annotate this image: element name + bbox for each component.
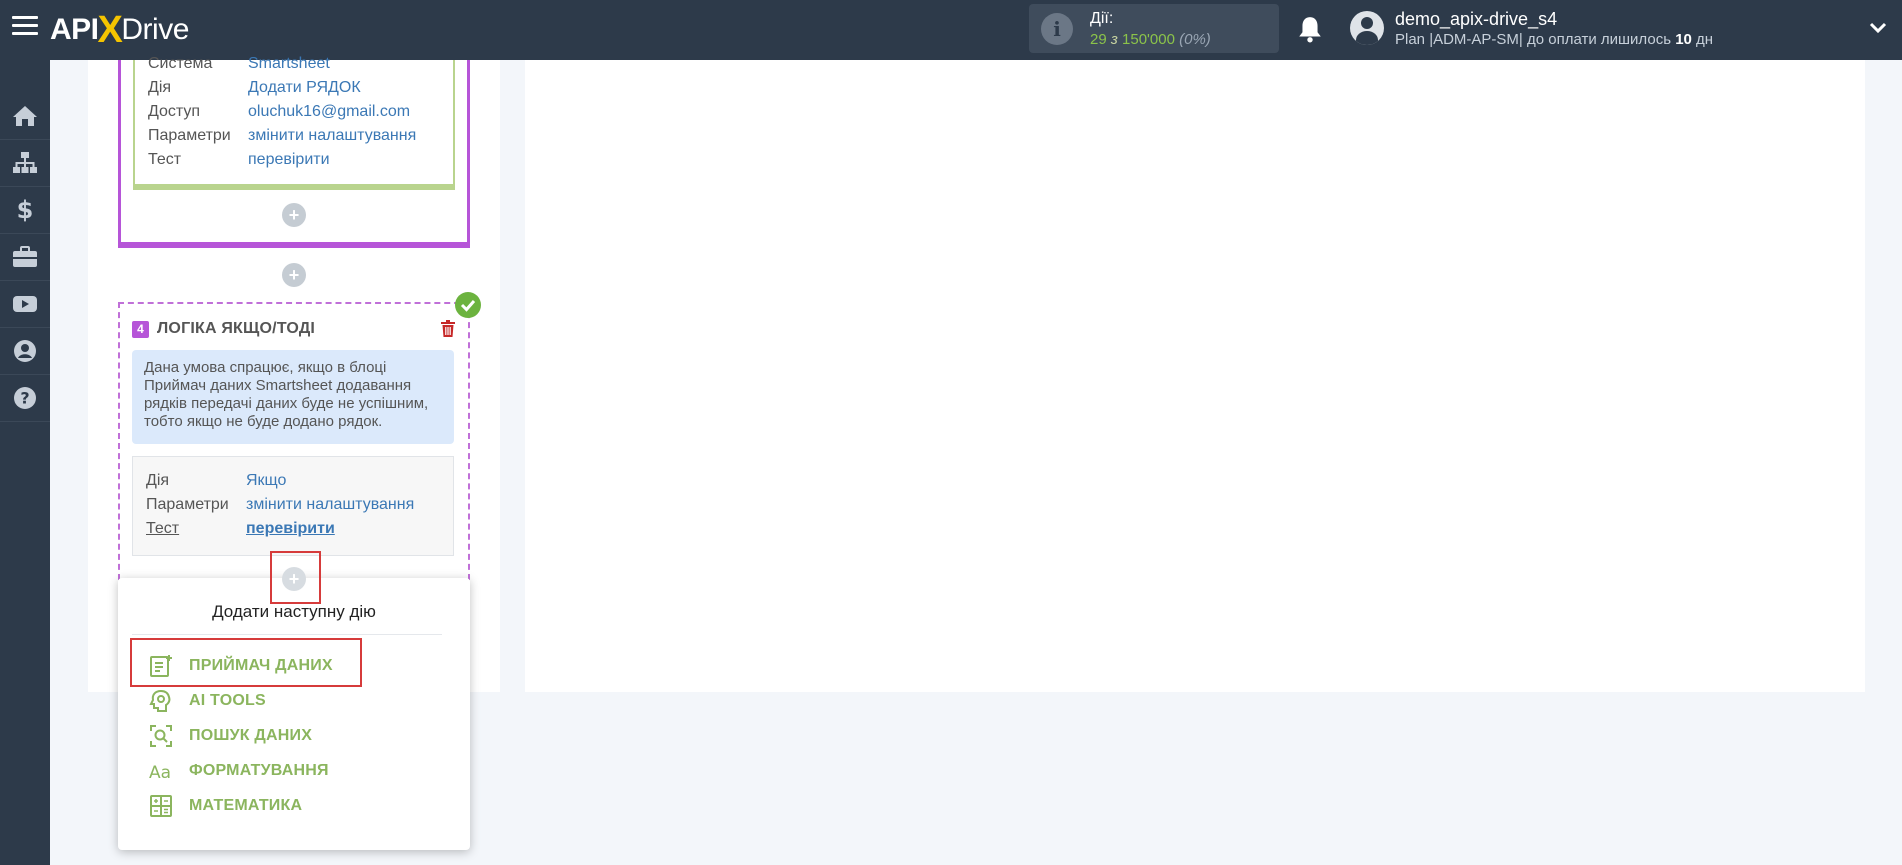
- menu-item-label: ПОШУК ДАНИХ: [189, 727, 313, 744]
- detail-key: Доступ: [148, 103, 201, 120]
- logic-details: Дія Якщо Параметри змінити налаштування …: [132, 456, 454, 556]
- plan-days: 10: [1675, 31, 1692, 48]
- info-icon: i: [1041, 13, 1073, 45]
- detail-value[interactable]: oluchuk16@gmail.com: [248, 102, 410, 122]
- avatar-icon[interactable]: [1350, 11, 1384, 45]
- actions-of: з: [1110, 31, 1118, 48]
- plan-prefix: Plan |ADM-AP-SM| до оплати лишилось: [1395, 31, 1676, 48]
- description-line: Дана умова спрацює, якщо в блоці: [144, 359, 387, 376]
- trash-icon[interactable]: [440, 320, 456, 338]
- sidebar-item-billing[interactable]: $: [0, 187, 50, 234]
- description-line: тобто якщо не буде додано рядок.: [144, 413, 383, 430]
- detail-key: Дія: [148, 79, 172, 96]
- menu-item-ai-tools[interactable]: AI TOOLS: [148, 688, 266, 714]
- detail-value[interactable]: змінити налаштування: [248, 126, 416, 146]
- popup-divider: [132, 634, 442, 635]
- menu-item-label: ФОРМАТУВАННЯ: [189, 762, 329, 779]
- formatting-icon: Aa: [148, 758, 174, 784]
- add-step-between-button[interactable]: +: [282, 263, 306, 287]
- actions-label: Дії:: [1090, 10, 1114, 27]
- detail-value[interactable]: Додати РЯДОК: [248, 78, 361, 98]
- detail-value: Smartsheet: [248, 55, 330, 72]
- svg-text:$: $: [17, 197, 34, 223]
- sidebar-item-projects[interactable]: [0, 234, 50, 281]
- sidebar-item-account[interactable]: [0, 328, 50, 375]
- svg-text:?: ?: [20, 389, 29, 408]
- actions-used: 29: [1090, 31, 1107, 48]
- sidebar: $ ?: [0, 60, 50, 865]
- detail-value[interactable]: змінити налаштування: [246, 495, 414, 515]
- step-number: 4: [132, 321, 149, 338]
- search-data-icon: [148, 723, 174, 749]
- logo-x: X: [97, 8, 123, 51]
- description-line: рядків передачі даних буде не успішним,: [144, 395, 429, 412]
- detail-key: Тест: [148, 151, 182, 168]
- actions-total: 150'000: [1122, 31, 1175, 48]
- detail-key: Тест: [146, 520, 180, 537]
- detail-value[interactable]: Якщо: [246, 471, 286, 491]
- user-plan: Plan |ADM-AP-SM| до оплати лишилось 10 д…: [1395, 31, 1713, 48]
- add-inner-step-button[interactable]: +: [282, 203, 306, 227]
- menu-highlight-frame: [130, 638, 362, 687]
- bell-icon[interactable]: [1297, 15, 1323, 43]
- user-name[interactable]: demo_apix-drive_s4: [1395, 9, 1557, 30]
- sidebar-item-home[interactable]: [0, 93, 50, 140]
- dollar-icon: $: [17, 197, 34, 223]
- check-icon: [455, 292, 481, 318]
- logo-api: API: [50, 13, 99, 46]
- smartsheet-details: Система Smartsheet Дія Додати РЯДОК Дост…: [133, 55, 455, 190]
- home-icon: [13, 106, 37, 126]
- briefcase-icon: [13, 246, 37, 267]
- test-link[interactable]: перевірити: [246, 519, 335, 539]
- sidebar-item-help[interactable]: ?: [0, 375, 50, 422]
- description-line: Приймач даних Smartsheet додавання: [144, 377, 412, 394]
- hamburger-menu-icon[interactable]: [12, 16, 38, 42]
- logic-if-then-block[interactable]: 4 ЛОГІКА ЯКЩО/ТОДІ Дана умова спрацює, я…: [118, 302, 470, 580]
- svg-text:Aa: Aa: [149, 763, 171, 783]
- block-title: ЛОГІКА ЯКЩО/ТОДІ: [157, 320, 316, 337]
- menu-item-label: AI TOOLS: [189, 692, 266, 709]
- settings-panel: [525, 60, 1865, 692]
- math-icon: [148, 793, 174, 819]
- menu-item-math[interactable]: МАТЕМАТИКА: [148, 793, 302, 819]
- chevron-down-icon[interactable]: [1868, 18, 1888, 38]
- actions-counter[interactable]: i Дії: 29 з 150'000 (0%): [1029, 4, 1279, 53]
- help-icon: ?: [14, 387, 36, 409]
- actions-count: 29 з 150'000 (0%): [1090, 31, 1211, 48]
- logo-drive: Drive: [121, 13, 189, 46]
- condition-description: Дана умова спрацює, якщо в блоці Приймач…: [132, 350, 454, 444]
- detail-key: Дія: [146, 472, 170, 489]
- plan-days-suffix: дн: [1691, 31, 1714, 48]
- add-next-action-popup: Додати наступну дію ПРИЙМАЧ ДАНИХ AI TOO…: [118, 578, 470, 850]
- detail-key: Параметри: [146, 496, 229, 513]
- popup-title: Додати наступну дію: [212, 602, 376, 621]
- menu-item-formatting[interactable]: Aa ФОРМАТУВАННЯ: [148, 758, 329, 784]
- detail-key: Параметри: [148, 127, 231, 144]
- sidebar-item-connections[interactable]: [0, 140, 50, 187]
- detail-key: Система: [148, 55, 213, 72]
- menu-item-search-data[interactable]: ПОШУК ДАНИХ: [148, 723, 312, 749]
- sidebar-item-video[interactable]: [0, 281, 50, 328]
- apix-drive-logo[interactable]: API X Drive: [50, 8, 189, 52]
- menu-item-label: МАТЕМАТИКА: [189, 797, 303, 814]
- ai-brain-icon: [148, 688, 174, 714]
- user-circle-icon: [14, 340, 36, 362]
- sitemap-icon: [13, 152, 37, 173]
- smartsheet-receiver-block[interactable]: Система Smartsheet Дія Додати РЯДОК Дост…: [118, 55, 470, 248]
- actions-percent: (0%): [1179, 31, 1211, 48]
- plus-highlight-frame: [270, 551, 321, 604]
- youtube-icon: [13, 296, 37, 312]
- detail-value[interactable]: перевірити: [248, 150, 330, 170]
- top-bar: API X Drive i Дії: 29 з 150'000 (0%) demo_…: [0, 0, 1902, 60]
